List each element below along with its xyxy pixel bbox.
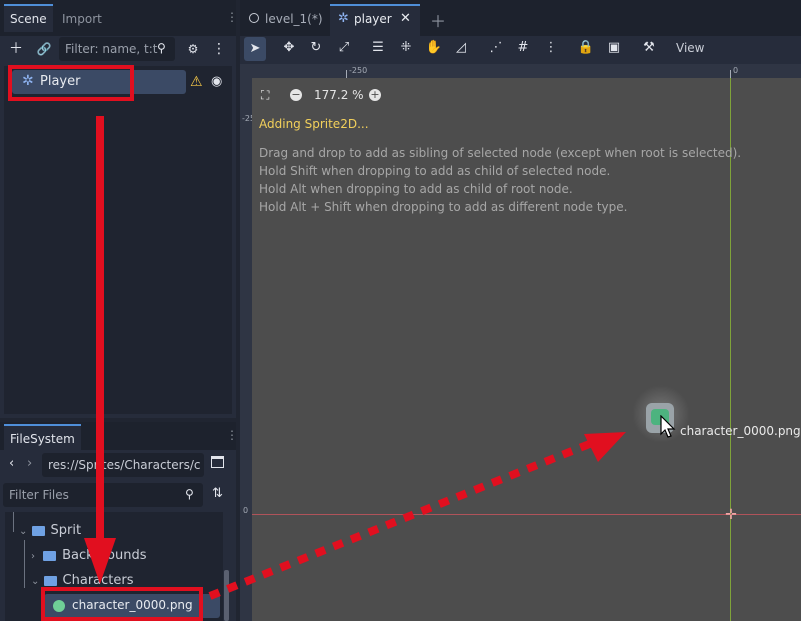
annotation-arrows	[84, 116, 626, 600]
arrow-vertical-head	[84, 538, 116, 584]
arrow-dotted	[208, 439, 594, 600]
